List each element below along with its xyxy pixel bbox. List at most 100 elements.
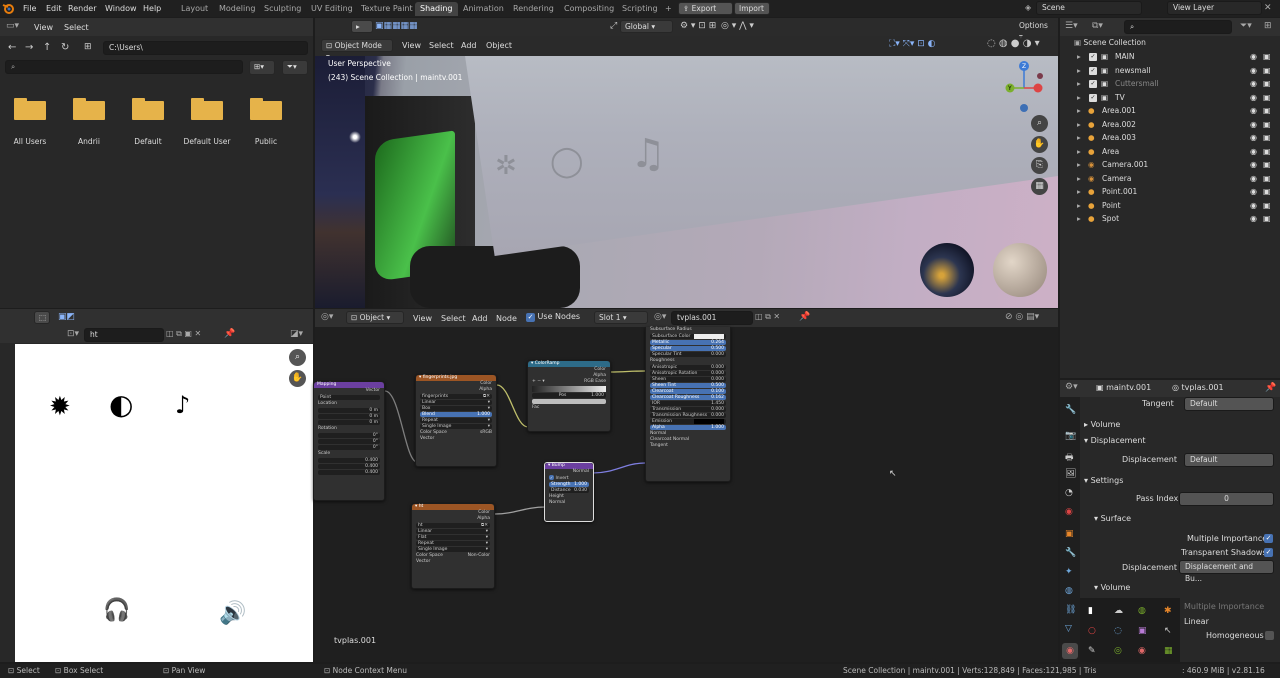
- outliner-item-cuttersmall[interactable]: ▸ ✓ ▣ Cuttersmall ◉ ▣: [1060, 77, 1278, 91]
- image-actions-icons[interactable]: ◫ ⧉ ▣ ✕: [166, 329, 201, 339]
- back-icon[interactable]: ←: [8, 42, 16, 53]
- pan-hand-icon[interactable]: ✋: [1031, 136, 1048, 153]
- outliner-item-area-001[interactable]: ▸ ● Area.001 ◉ ▣: [1060, 104, 1278, 118]
- volume-panel-header[interactable]: ▸ Volume: [1084, 420, 1120, 429]
- expand-icon[interactable]: ▸: [1077, 158, 1081, 172]
- color-stop-swatch[interactable]: [532, 399, 606, 404]
- tab-compositing[interactable]: Compositing: [559, 2, 619, 16]
- material-breadcrumb[interactable]: ◎ tvplas.001: [1172, 383, 1224, 392]
- blank-page-icon[interactable]: ▮: [1088, 606, 1093, 616]
- view-layer-field[interactable]: View Layer: [1167, 1, 1262, 15]
- expand-icon[interactable]: ▸: [1077, 77, 1081, 91]
- path-input[interactable]: C:\Users\: [103, 41, 308, 55]
- menu-edit[interactable]: Edit: [46, 2, 62, 15]
- eye-icon[interactable]: ◉: [1250, 118, 1257, 132]
- eye-icon[interactable]: ◉: [1250, 199, 1257, 213]
- search-input[interactable]: ⌕: [5, 60, 243, 74]
- eye-icon[interactable]: ◉: [1250, 64, 1257, 78]
- tab-scripting[interactable]: Scripting: [617, 2, 663, 16]
- image-texture-node[interactable]: ▾ ht Color Alpha ht ⧉✕ Linear ▾ Flat ▾ Repe…: [411, 503, 495, 589]
- transparent-shadows-checkbox[interactable]: ✓: [1264, 548, 1273, 557]
- outliner-item-point-001[interactable]: ▸ ● Point.001 ◉ ▣: [1060, 185, 1278, 199]
- menu-object[interactable]: Object: [486, 39, 512, 52]
- object-breadcrumb[interactable]: ▣ maintv.001: [1096, 383, 1151, 392]
- constraints-tab-icon[interactable]: ⛓: [1065, 605, 1076, 615]
- render-camera-icon[interactable]: ▣: [1263, 77, 1271, 91]
- menu-view[interactable]: View: [34, 21, 53, 34]
- folder-item[interactable]: [14, 96, 46, 122]
- menu-add[interactable]: Add: [472, 312, 488, 325]
- eye-icon[interactable]: ◉: [1250, 212, 1257, 226]
- expand-icon[interactable]: ▸: [1077, 131, 1081, 145]
- sample-tool-button[interactable]: ⬚: [34, 311, 50, 324]
- shading-mode-icons[interactable]: ◌ ◍ ● ◑ ▾: [987, 38, 1040, 49]
- render-camera-icon[interactable]: ▣: [1263, 104, 1271, 118]
- orientation-dropdown[interactable]: Global ▾: [620, 20, 673, 33]
- menu-node[interactable]: Node: [496, 312, 517, 325]
- transform-orientation-icon[interactable]: ⤢: [610, 21, 617, 31]
- pen-icon[interactable]: ✎: [1088, 646, 1096, 656]
- multiple-importance-checkbox[interactable]: ✓: [1264, 534, 1273, 543]
- edge-icon[interactable]: ◌: [1114, 626, 1122, 636]
- nvidia-icon[interactable]: ▦: [1164, 646, 1173, 656]
- new-folder-icon[interactable]: ⊞: [84, 42, 92, 52]
- display-channels-icon[interactable]: ◪▾: [290, 329, 303, 339]
- material-browse-icon[interactable]: ◎▾: [654, 312, 666, 322]
- render-camera-icon[interactable]: ▣: [1263, 91, 1271, 105]
- node-editor[interactable]: ◎▾ ⊡ Object ▾ View Select Add Node ✓ Use…: [313, 309, 1058, 662]
- material-actions-icons[interactable]: ◫ ⧉ ✕: [755, 312, 780, 322]
- expand-icon[interactable]: ▸: [1077, 212, 1081, 226]
- eye-icon[interactable]: ◉: [1250, 91, 1257, 105]
- mode-dropdown[interactable]: ⊡ Object Mode ▾: [321, 39, 393, 61]
- tab-rendering[interactable]: Rendering: [508, 2, 559, 16]
- zoom-icon[interactable]: ⌕: [289, 349, 306, 366]
- pivot-icons[interactable]: ⚙ ▾ ⊡ ⊞: [680, 21, 716, 31]
- outliner-item-area-002[interactable]: ▸ ● Area.002 ◉ ▣: [1060, 118, 1278, 132]
- camera-view-icon[interactable]: ⎘: [1031, 157, 1048, 174]
- collection-checkbox[interactable]: ✓: [1089, 66, 1097, 75]
- select-tool-button[interactable]: ▸: [351, 20, 373, 33]
- outliner-item-point[interactable]: ▸ ● Point ◉ ▣: [1060, 199, 1278, 213]
- media-icon[interactable]: ▣: [1138, 626, 1147, 636]
- folder-item[interactable]: [132, 96, 164, 122]
- pan-hand-icon[interactable]: ✋: [289, 370, 306, 387]
- pin-icon[interactable]: 📌: [799, 312, 810, 322]
- tab-texture-paint[interactable]: Texture Paint: [356, 2, 418, 16]
- 3d-viewport[interactable]: ▸ ▣▦▦▦▦ ⤢ Global ▾ ⚙ ▾ ⊡ ⊞ ◎ ▾ ⋀ ▾ Optio…: [315, 18, 1058, 308]
- expand-icon[interactable]: ▸: [1077, 185, 1081, 199]
- folder-item[interactable]: [73, 96, 105, 122]
- render-camera-icon[interactable]: ▣: [1263, 145, 1271, 159]
- eye-icon[interactable]: ◉: [1250, 50, 1257, 64]
- display-mode-icon[interactable]: ⧉▾: [1092, 21, 1103, 31]
- render-camera-icon[interactable]: ▣: [1263, 172, 1271, 186]
- tab-modeling[interactable]: Modeling: [214, 2, 260, 16]
- displacement-field[interactable]: Default: [1184, 453, 1274, 467]
- menu-view[interactable]: View: [413, 312, 432, 325]
- eye-icon[interactable]: ◉: [1250, 145, 1257, 159]
- display-mode-button[interactable]: ⊞▾: [249, 60, 275, 75]
- editor-type-icon[interactable]: ☰▾: [1065, 21, 1078, 31]
- whatsapp-icon[interactable]: ◎: [1114, 646, 1122, 656]
- folder-item[interactable]: [250, 96, 282, 122]
- eye-icon[interactable]: ◉: [1250, 185, 1257, 199]
- select-mode-icons[interactable]: ▣▦▦▦▦: [375, 21, 418, 31]
- pin-icon[interactable]: 📌: [1265, 383, 1276, 393]
- render-camera-icon[interactable]: ▣: [1263, 212, 1271, 226]
- image-browse-icon[interactable]: ⊡▾: [67, 329, 79, 339]
- outliner-item-camera-001[interactable]: ▸ ◉ Camera.001 ◉ ▣: [1060, 158, 1278, 172]
- object-tab-icon[interactable]: ▣: [1065, 529, 1074, 539]
- world-tab-icon[interactable]: ◉: [1065, 507, 1073, 517]
- navigation-gizmo[interactable]: Z Y: [1000, 58, 1050, 118]
- eye-icon[interactable]: ◉: [1250, 104, 1257, 118]
- collection-checkbox[interactable]: ✓: [1089, 53, 1097, 61]
- editor-type-icon[interactable]: ⚙▾: [1065, 382, 1078, 392]
- cursor-icon[interactable]: ↖: [1164, 626, 1172, 636]
- displacement-panel-header[interactable]: ▾ Displacement: [1084, 436, 1146, 445]
- refresh-icon[interactable]: ↻: [61, 42, 69, 53]
- options-dropdown[interactable]: Options ▾: [1015, 20, 1057, 41]
- menu-help[interactable]: Help: [143, 2, 161, 15]
- shader-type-dropdown[interactable]: ⊡ Object ▾: [346, 311, 404, 324]
- editor-type-icon[interactable]: ▭▾: [6, 21, 19, 31]
- proportional-edit-icons[interactable]: ◎ ▾ ⋀ ▾: [721, 21, 754, 31]
- expand-icon[interactable]: ▸: [1077, 145, 1081, 159]
